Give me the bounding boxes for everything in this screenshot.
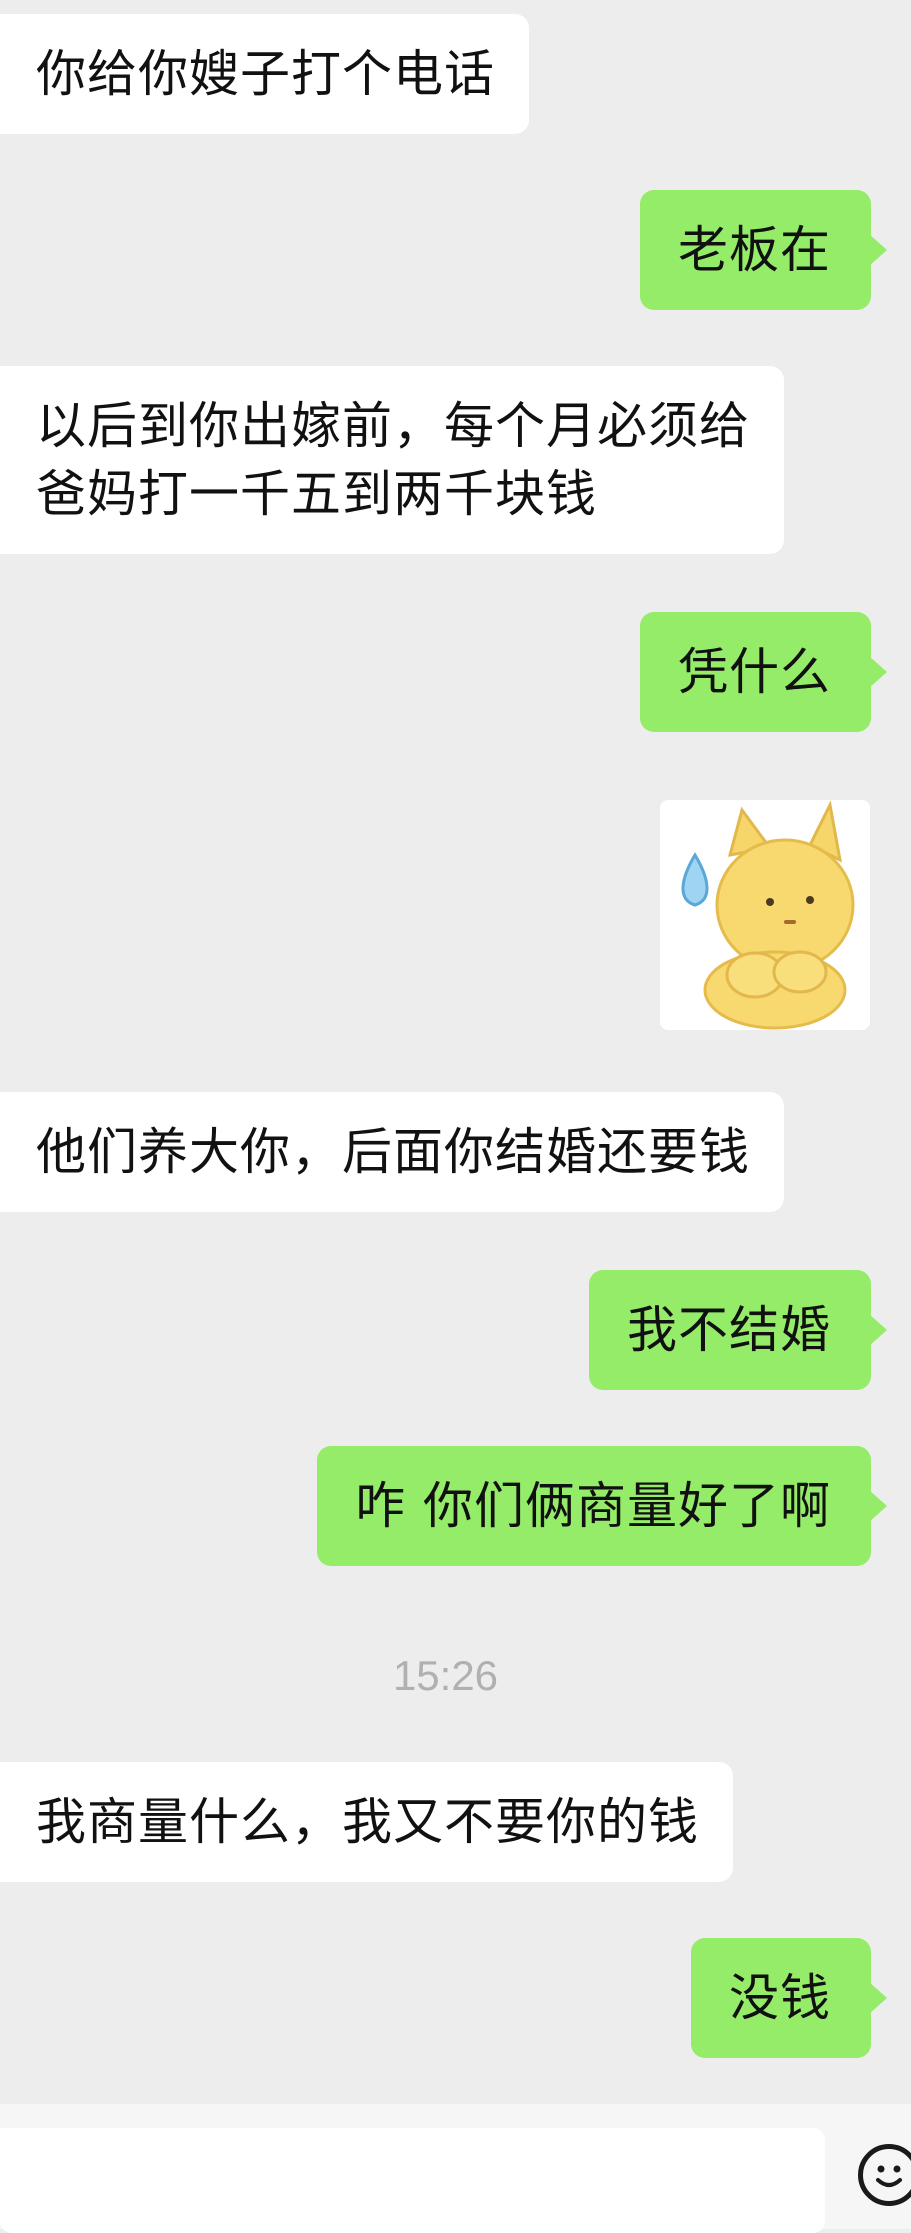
message-text: 没钱 [729,1969,831,2027]
message-text-line-1: 以后到你出嫁前，每个月必须给 [36,397,750,455]
message-incoming[interactable]: 你给你嫂子打个电话 [0,14,529,134]
emoji-face-icon [876,2165,902,2187]
message-text: 我商量什么，我又不要你的钱 [36,1793,699,1851]
message-text-line-2: 爸妈打一千五到两千块钱 [36,465,597,523]
message-input[interactable] [0,2128,825,2233]
message-text: 你给你嫂子打个电话 [36,45,495,103]
message-text: 凭什么 [678,643,831,701]
message-incoming[interactable]: 以后到你出嫁前，每个月必须给 爸妈打一千五到两千块钱 [0,366,784,554]
message-outgoing[interactable]: 老板在 [640,190,887,310]
sweating-cat-icon [681,800,855,1030]
message-text: 老板在 [678,221,831,279]
input-bar [0,2104,911,2233]
message-text: 他们养大你，后面你结婚还要钱 [36,1123,750,1181]
sweating-cat-sticker[interactable] [660,800,870,1030]
message-outgoing[interactable]: 没钱 [691,1938,887,2058]
message-outgoing[interactable]: 我不结婚 [589,1270,887,1390]
message-incoming[interactable]: 他们养大你，后面你结婚还要钱 [0,1092,784,1212]
message-outgoing[interactable]: 凭什么 [640,612,887,732]
message-text: 咋 你们俩商量好了啊 [355,1477,831,1535]
emoji-smile-icon[interactable] [858,2144,911,2206]
message-outgoing[interactable]: 咋 你们俩商量好了啊 [317,1446,887,1566]
message-incoming[interactable]: 我商量什么，我又不要你的钱 [0,1762,733,1882]
message-text: 我不结婚 [627,1301,831,1359]
chat-timestamp: 15:26 [392,1652,499,1699]
